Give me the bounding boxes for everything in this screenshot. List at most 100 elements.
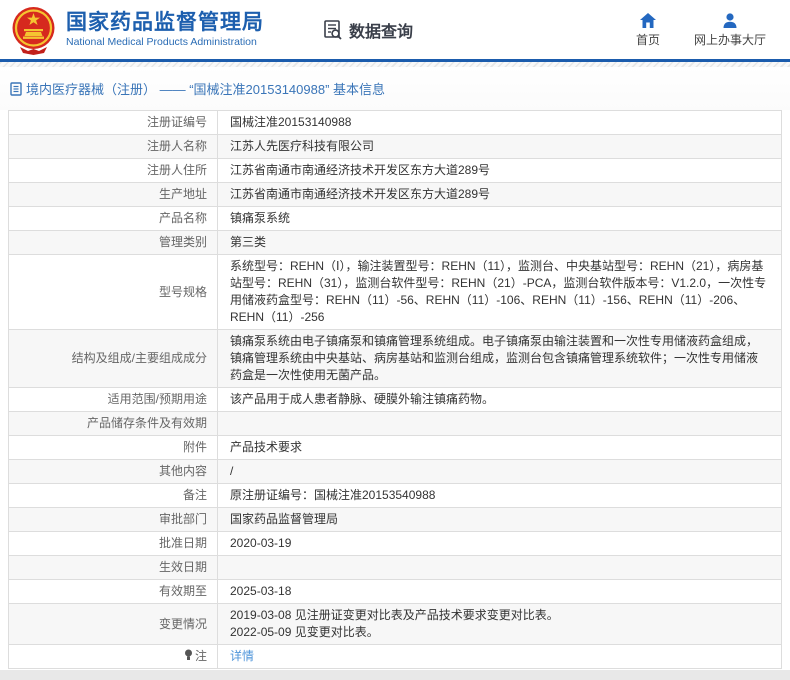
row-value: 该产品用于成人患者静脉、硬膜外输注镇痛药物。	[230, 392, 494, 406]
row-value-cell: 产品技术要求	[218, 436, 782, 460]
row-label: 型号规格	[159, 285, 207, 299]
row-value: 第三类	[230, 235, 266, 249]
row-value: 江苏省南通市南通经济技术开发区东方大道289号	[230, 187, 490, 201]
detail-link[interactable]: 详情	[230, 649, 254, 663]
row-value: /	[230, 464, 233, 478]
row-label: 审批部门	[159, 512, 207, 526]
row-value-cell: 国械注准20153140988	[218, 111, 782, 135]
row-label: 注册人住所	[147, 163, 207, 177]
agency-name-en: National Medical Products Administration	[66, 35, 264, 49]
row-value: 江苏省南通市南通经济技术开发区东方大道289号	[230, 163, 490, 177]
row-label-cell: 结构及组成/主要组成成分	[9, 330, 218, 388]
table-row: 注册人名称 江苏人先医疗科技有限公司	[9, 135, 782, 159]
row-value-cell: 镇痛泵系统	[218, 207, 782, 231]
row-label-cell: 备注	[9, 484, 218, 508]
home-icon	[639, 12, 657, 29]
row-value-cell	[218, 412, 782, 436]
row-label-cell: 附件	[9, 436, 218, 460]
table-row: 产品名称 镇痛泵系统	[9, 207, 782, 231]
row-value: 系统型号：REHN（Ⅰ），输注装置型号：REHN（11），监测台、中央基站型号：…	[230, 259, 766, 324]
row-label-cell: 变更情况	[9, 604, 218, 645]
row-label-cell: 产品储存条件及有效期	[9, 412, 218, 436]
row-label: 适用范围/预期用途	[108, 392, 207, 406]
row-label: 产品名称	[159, 211, 207, 225]
row-label-cell: 有效期至	[9, 580, 218, 604]
table-row: 生效日期	[9, 556, 782, 580]
row-value-cell: 2020-03-19	[218, 532, 782, 556]
table-row: 产品储存条件及有效期	[9, 412, 782, 436]
row-label: 管理类别	[159, 235, 207, 249]
row-value: 2025-03-18	[230, 584, 291, 598]
registration-info-table: 注册证编号国械注准20153140988注册人名称江苏人先医疗科技有限公司注册人…	[8, 110, 782, 669]
row-label: 结构及组成/主要组成成分	[72, 351, 207, 365]
row-label-cell: 型号规格	[9, 255, 218, 330]
row-value: 国械注准20153140988	[230, 115, 351, 129]
row-label-cell: 生效日期	[9, 556, 218, 580]
row-label-cell: 其他内容	[9, 460, 218, 484]
row-label-cell: 审批部门	[9, 508, 218, 532]
row-label: 产品储存条件及有效期	[87, 416, 207, 430]
row-label-cell: 产品名称	[9, 207, 218, 231]
row-value-cell: 详情	[218, 645, 782, 669]
table-row: 注册证编号 国械注准20153140988	[9, 111, 782, 135]
row-label: 备注	[183, 488, 207, 502]
row-value-cell: 原注册证编号：国械注准20153540988	[218, 484, 782, 508]
document-search-icon	[322, 19, 344, 41]
user-icon	[721, 12, 739, 29]
row-value-cell: 该产品用于成人患者静脉、硬膜外输注镇痛药物。	[218, 388, 782, 412]
table-row: 注 详情	[9, 645, 782, 669]
breadcrumb: 境内医疗器械（注册） —— “国械注准20153140988” 基本信息	[10, 79, 385, 98]
row-value: 镇痛泵系统由电子镇痛泵和镇痛管理系统组成。电子镇痛泵由输注装置和一次性专用储液药…	[230, 334, 758, 382]
document-icon	[10, 82, 22, 96]
breadcrumb-bar: 境内医疗器械（注册） —— “国械注准20153140988” 基本信息	[0, 67, 790, 110]
row-label: 注册人名称	[147, 139, 207, 153]
nav-item-service-hall[interactable]: 网上办事大厅	[694, 12, 766, 48]
row-label: 批准日期	[159, 536, 207, 550]
row-value-cell: 江苏省南通市南通经济技术开发区东方大道289号	[218, 159, 782, 183]
section-title: 数据查询	[349, 18, 413, 42]
row-label: 生效日期	[159, 560, 207, 574]
table-row: 批准日期 2020-03-19	[9, 532, 782, 556]
table-row: 变更情况 2019-03-08 见注册证变更对比表及产品技术要求变更对比表。 20…	[9, 604, 782, 645]
table-row: 备注原注册证编号：国械注准20153540988	[9, 484, 782, 508]
row-label: 注册证编号	[147, 115, 207, 129]
footer-strip	[0, 670, 790, 680]
table-row: 有效期至 2025-03-18	[9, 580, 782, 604]
row-label: 有效期至	[159, 584, 207, 598]
row-label-cell: 适用范围/预期用途	[9, 388, 218, 412]
row-value-cell: 镇痛泵系统由电子镇痛泵和镇痛管理系统组成。电子镇痛泵由输注装置和一次性专用储液药…	[218, 330, 782, 388]
row-value: 镇痛泵系统	[230, 211, 290, 225]
row-label: 其他内容	[159, 464, 207, 478]
row-value-cell: 第三类	[218, 231, 782, 255]
nav-item-home[interactable]: 首页	[636, 12, 660, 48]
table-row: 其他内容 /	[9, 460, 782, 484]
row-value-cell: 江苏省南通市南通经济技术开发区东方大道289号	[218, 183, 782, 207]
table-row: 管理类别 第三类	[9, 231, 782, 255]
row-value-cell: 2025-03-18	[218, 580, 782, 604]
table-row: 结构及组成/主要组成成分 镇痛泵系统由电子镇痛泵和镇痛管理系统组成。电子镇痛泵由输…	[9, 330, 782, 388]
row-value: 2019-03-08 见注册证变更对比表及产品技术要求变更对比表。 2022-0…	[230, 608, 559, 639]
row-label-cell: 注册证编号	[9, 111, 218, 135]
row-value: 江苏人先医疗科技有限公司	[230, 139, 374, 153]
nav-label: 首页	[636, 31, 660, 48]
table-row: 型号规格 系统型号：REHN（Ⅰ），输注装置型号：REHN（11），监测台、中央基…	[9, 255, 782, 330]
header-nav: 首页 网上办事大厅	[636, 12, 766, 48]
row-label: 变更情况	[159, 617, 207, 631]
national-emblem-logo	[10, 5, 57, 57]
info-table-body: 注册证编号国械注准20153140988注册人名称江苏人先医疗科技有限公司注册人…	[9, 111, 782, 669]
breadcrumb-text: 境内医疗器械（注册） —— “国械注准20153140988” 基本信息	[26, 79, 385, 98]
row-label-cell: 注册人住所	[9, 159, 218, 183]
agency-title-block: 国家药品监督管理局 National Medical Products Admi…	[66, 11, 264, 49]
row-value-cell: /	[218, 460, 782, 484]
row-label: 附件	[183, 440, 207, 454]
row-label-cell: 管理类别	[9, 231, 218, 255]
row-label-cell: 注	[9, 645, 218, 669]
row-label: 生产地址	[159, 187, 207, 201]
row-label: 注	[195, 649, 207, 663]
row-label-cell: 批准日期	[9, 532, 218, 556]
data-query-section: 数据查询	[322, 18, 413, 42]
row-value: 国家药品监督管理局	[230, 512, 338, 526]
row-value-cell: 江苏人先医疗科技有限公司	[218, 135, 782, 159]
row-value: 2020-03-19	[230, 536, 291, 550]
row-value-cell: 系统型号：REHN（Ⅰ），输注装置型号：REHN（11），监测台、中央基站型号：…	[218, 255, 782, 330]
